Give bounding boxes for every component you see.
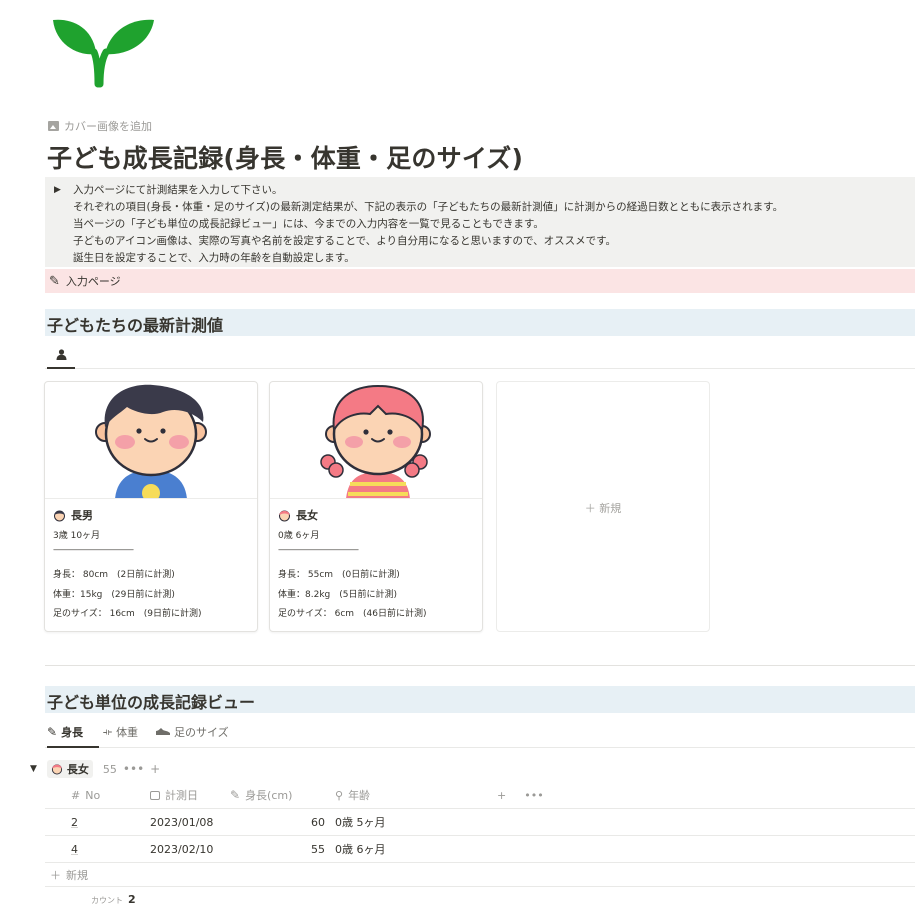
tab-weight[interactable]: ⟛ 体重 xyxy=(103,717,153,747)
intro-line: 入力ページにて計測結果を入力して下さい。 xyxy=(73,184,283,196)
cell-no[interactable]: 4 xyxy=(71,836,146,862)
group-name[interactable]: 長女 xyxy=(46,760,93,778)
collapse-triangle-icon[interactable]: ▼ xyxy=(30,764,37,774)
plus-icon: ＋ xyxy=(50,868,61,882)
card-foot-size: 足のサイズ： 16cm (9日前に計測) xyxy=(53,609,202,619)
cell-age[interactable]: 0歳 5ヶ月 xyxy=(335,809,485,835)
add-column-icon[interactable]: + xyxy=(497,789,506,802)
add-cover-button[interactable]: カバー画像を追加 xyxy=(48,118,152,134)
column-header-date[interactable]: 計測日 xyxy=(150,782,230,808)
card-height: 身長： 80cm (2日前に計測) xyxy=(53,570,175,580)
pencil-icon: ✎ xyxy=(230,788,241,802)
records-view-tabs: ✎ 身長 ⟛ 体重 足のサイズ xyxy=(45,717,915,748)
card-height: 身長： 55cm (0日前に計測) xyxy=(278,570,400,580)
formula-icon: ⚲ xyxy=(335,788,344,802)
group-add-icon[interactable]: + xyxy=(150,762,160,776)
column-actions: + ••• xyxy=(497,782,544,808)
count-value: 2 xyxy=(128,893,136,906)
latest-heading: 子どもたちの最新計測値 xyxy=(45,309,915,336)
card-separator: —————————— xyxy=(278,545,359,555)
toggle-arrow-icon[interactable]: ▶ xyxy=(54,185,61,195)
tab-height[interactable]: ✎ 身長 xyxy=(47,717,99,748)
cell-height[interactable]: 60 xyxy=(230,809,325,835)
column-header-no[interactable]: # No xyxy=(71,782,146,808)
intro-line: 当ページの「子ども単位の成長記録ビュー」には、今までの入力内容を一覧で見ることも… xyxy=(73,218,544,230)
page-title: 子ども成長記録(身長・体重・足のサイズ) xyxy=(47,144,524,173)
card-name-text: 長女 xyxy=(296,509,318,522)
card-foot-size: 足のサイズ： 6cm (46日前に計測) xyxy=(278,609,427,619)
input-page-label: 入力ページ xyxy=(65,275,121,288)
plus-icon: ＋ xyxy=(584,502,600,515)
card-name-text: 長男 xyxy=(71,509,93,522)
input-page-link[interactable]: ✎ 入力ページ xyxy=(45,269,915,293)
group-more-icon[interactable]: ••• xyxy=(123,762,144,776)
cell-no[interactable]: 2 xyxy=(71,809,146,835)
records-heading: 子ども単位の成長記録ビュー xyxy=(45,686,915,713)
new-card-button[interactable]: ＋ 新規 xyxy=(496,381,710,632)
card-weight: 体重：8.2kg (5日前に計測) xyxy=(278,590,397,600)
child-card-eldest-son[interactable]: 長男 3歳 10ヶ月 —————————— 身長： 80cm (2日前に計測) … xyxy=(44,381,258,632)
gallery-view-tab[interactable] xyxy=(47,340,75,369)
new-row-button[interactable]: ＋ 新規 xyxy=(45,863,915,887)
card-age: 3歳 10ヶ月 xyxy=(53,531,101,541)
boy-avatar-icon xyxy=(54,510,65,521)
calendar-icon xyxy=(150,790,160,800)
girl-avatar-icon xyxy=(51,764,62,775)
intro-toggle: ▶ 入力ページにて計測結果を入力して下さい。 それぞれの項目(身長・体重・足のサ… xyxy=(45,177,915,267)
card-cover-image xyxy=(270,382,482,499)
more-icon[interactable]: ••• xyxy=(524,789,543,802)
pencil-icon: ✎ xyxy=(47,725,58,739)
table-row[interactable]: 2 2023/01/08 60 0歳 5ヶ月 xyxy=(45,809,915,836)
table-header-row: # No 計測日 ✎ 身長(cm) ⚲ 年齢 + ••• xyxy=(45,782,915,809)
intro-line: それぞれの項目(身長・体重・足のサイズ)の最新測定結果が、下記の表示の「子どもた… xyxy=(73,201,784,213)
boy-illustration xyxy=(95,384,207,498)
card-age: 0歳 6ヶ月 xyxy=(278,531,320,541)
column-header-age[interactable]: ⚲ 年齢 xyxy=(335,782,485,808)
girl-illustration xyxy=(320,384,431,498)
count-label: カウント xyxy=(91,896,123,905)
divider xyxy=(45,665,915,666)
shoe-icon xyxy=(156,728,170,735)
card-separator: —————————— xyxy=(53,545,134,555)
cell-height[interactable]: 55 xyxy=(230,836,325,862)
new-card-label: ＋ 新規 xyxy=(584,502,622,515)
gallery-view-tabs xyxy=(45,340,915,369)
cell-date[interactable]: 2023/02/10 xyxy=(150,836,230,862)
card-name: 長女 xyxy=(278,507,318,523)
card-weight: 体重：15kg (29日前に計測) xyxy=(53,590,175,600)
column-header-height[interactable]: ✎ 身長(cm) xyxy=(230,782,325,808)
cell-age[interactable]: 0歳 6ヶ月 xyxy=(335,836,485,862)
group-count: 55 xyxy=(102,762,117,776)
records-table: # No 計測日 ✎ 身長(cm) ⚲ 年齢 + ••• 2 2023/01/0… xyxy=(45,782,915,887)
sprout-icon[interactable] xyxy=(50,14,156,92)
hash-icon: # xyxy=(71,788,81,802)
table-row[interactable]: 4 2023/02/10 55 0歳 6ヶ月 xyxy=(45,836,915,863)
count-summary[interactable]: カウント 2 xyxy=(91,893,136,906)
pencil-icon: ✎ xyxy=(49,273,60,289)
add-cover-label: カバー画像を追加 xyxy=(64,120,152,133)
girl-avatar-icon xyxy=(279,510,290,521)
image-icon xyxy=(48,121,59,131)
group-header: ▼ 長女 55 ••• + xyxy=(30,760,160,778)
person-icon xyxy=(56,348,66,360)
dumbbell-icon: ⟛ xyxy=(103,726,113,738)
intro-line: 子どものアイコン画像は、実際の写真や名前を設定することで、より自分用になると思い… xyxy=(73,235,617,247)
intro-line: 誕生日を設定することで、入力時の年齢を自動設定します。 xyxy=(73,252,355,264)
child-card-eldest-daughter[interactable]: 長女 0歳 6ヶ月 —————————— 身長： 55cm (0日前に計測) 体… xyxy=(269,381,483,632)
cell-date[interactable]: 2023/01/08 xyxy=(150,809,230,835)
tab-foot-size[interactable]: 足のサイズ xyxy=(156,717,246,747)
card-cover-image xyxy=(45,382,257,499)
card-name: 長男 xyxy=(53,507,93,523)
